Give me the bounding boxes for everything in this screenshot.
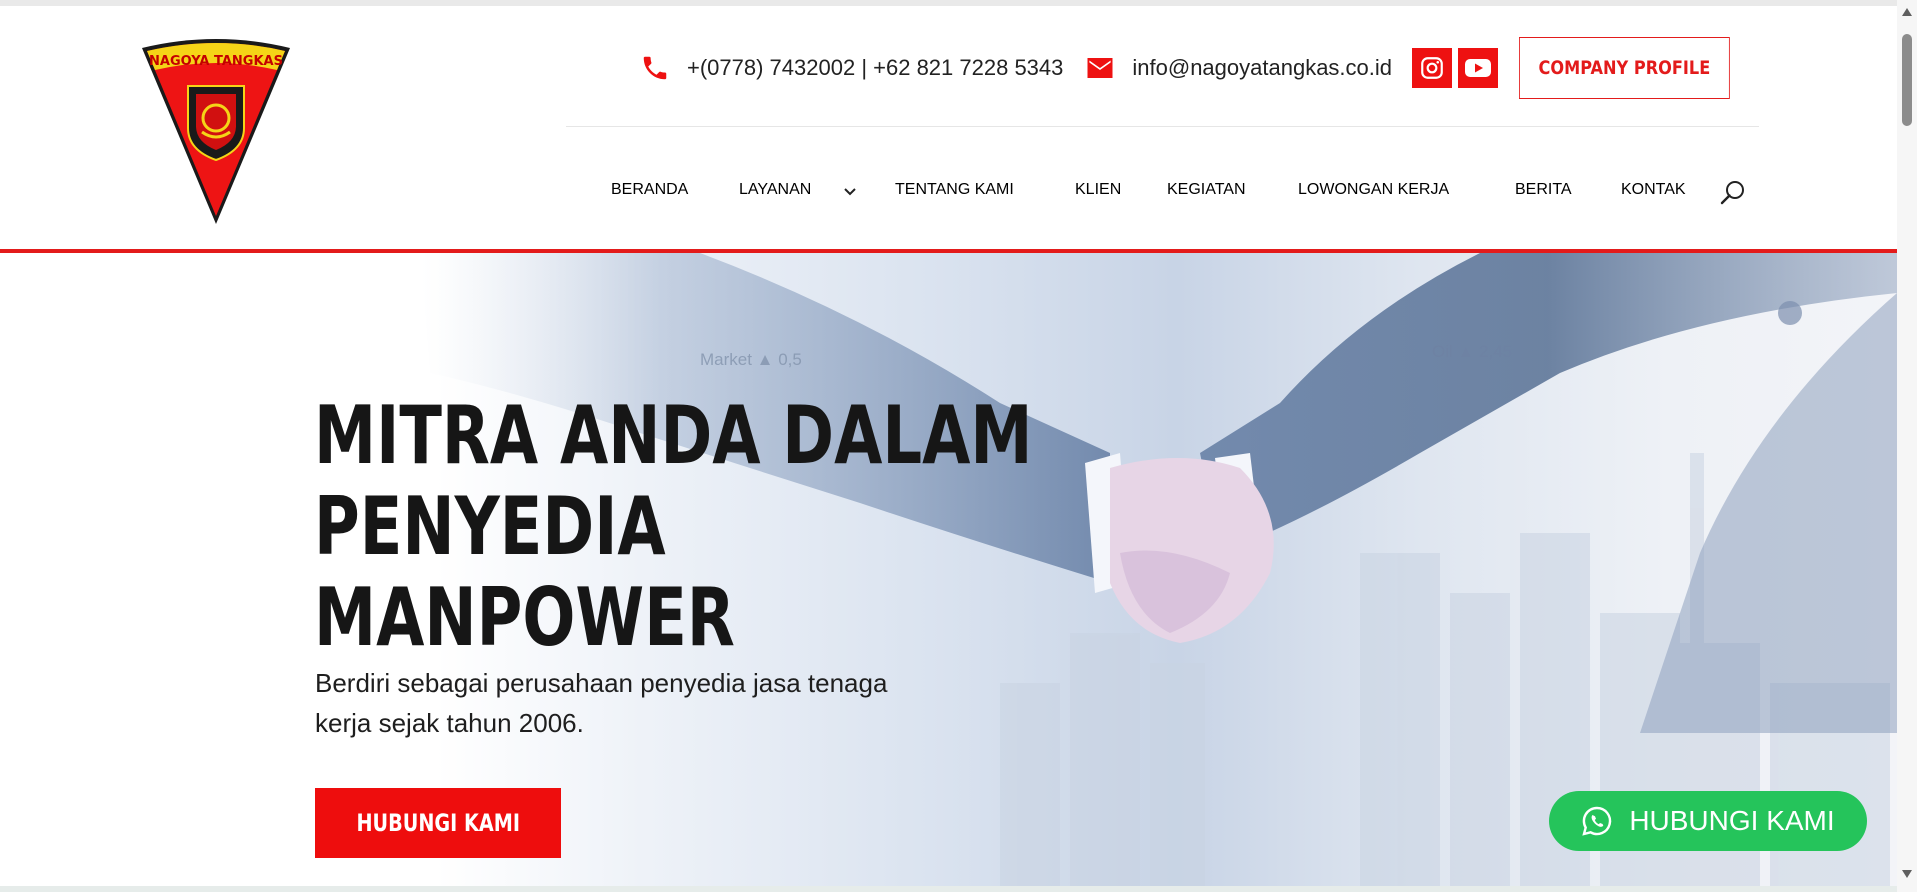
chevron-down-icon: [844, 188, 856, 196]
scroll-down-arrow-icon[interactable]: [1902, 870, 1912, 878]
hero-title-line-3: MANPOWER: [314, 571, 735, 664]
nav-item-beranda[interactable]: BERANDA: [611, 170, 688, 210]
logo-text: NAGOYA TANGKAS: [149, 54, 283, 69]
phone-contact[interactable]: +(0778) 7432002 | +62 821 7228 5343: [640, 53, 1063, 83]
youtube-link[interactable]: [1458, 48, 1499, 88]
youtube-icon: [1465, 59, 1492, 77]
contact-bar: +(0778) 7432002 | +62 821 7228 5343 info…: [640, 37, 1767, 99]
instagram-link[interactable]: [1412, 48, 1453, 88]
email-icon: [1087, 58, 1113, 78]
hubungi-kami-button[interactable]: HUBUNGI KAMI: [315, 788, 561, 858]
hubungi-kami-label: HUBUNGI KAMI: [356, 809, 520, 837]
whatsapp-label: HUBUNGI KAMI: [1629, 805, 1835, 836]
nav-item-kontak[interactable]: KONTAK: [1621, 170, 1686, 210]
hero-title: MITRA ANDA DALAM PENYEDIA MANPOWER: [314, 390, 1033, 663]
nav-item-layanan[interactable]: LAYANAN: [739, 170, 856, 210]
search-button[interactable]: [1718, 178, 1748, 208]
whatsapp-contact-button[interactable]: HUBUNGI KAMI: [1549, 791, 1867, 851]
next-section-edge: [0, 886, 1897, 892]
scroll-up-arrow-icon[interactable]: [1902, 8, 1912, 16]
nav-item-kegiatan[interactable]: KEGIATAN: [1167, 170, 1246, 210]
main-nav: BERANDA LAYANAN TENTANG KAMI KLIEN KEGIA…: [0, 170, 1897, 210]
nav-item-berita[interactable]: BERITA: [1515, 170, 1572, 210]
overlay-oil-text: Oil ▲ 2,45: [1432, 342, 1512, 361]
page-scrollbar[interactable]: [1897, 0, 1917, 892]
nav-item-tentang-kami[interactable]: TENTANG KAMI: [895, 170, 1014, 210]
hero-title-line-1: MITRA ANDA DALAM: [314, 389, 1033, 482]
site-header: NAGOYA TANGKAS +(0778) 7432002 | +62 821…: [0, 6, 1897, 249]
phone-icon: [643, 56, 667, 80]
scrollbar-thumb[interactable]: [1902, 34, 1912, 126]
instagram-icon: [1421, 57, 1443, 79]
overlay-market-text: Market ▲ 0,5: [700, 350, 802, 369]
hero-subtitle: Berdiri sebagai perusahaan penyedia jasa…: [315, 668, 888, 738]
whatsapp-icon: [1582, 806, 1612, 836]
search-icon: [1720, 181, 1744, 205]
phone-numbers: +(0778) 7432002 | +62 821 7228 5343: [687, 55, 1064, 80]
social-links: [1412, 48, 1504, 88]
header-divider: [566, 126, 1759, 127]
nav-item-klien[interactable]: KLIEN: [1075, 170, 1121, 210]
company-profile-button[interactable]: COMPANY PROFILE: [1519, 37, 1730, 99]
email-contact[interactable]: info@nagoyatangkas.co.id: [1085, 53, 1392, 83]
hero-title-line-2: PENYEDIA: [314, 480, 666, 573]
nav-item-lowongan-kerja[interactable]: LOWONGAN KERJA: [1298, 170, 1449, 210]
email-address: info@nagoyatangkas.co.id: [1132, 55, 1393, 80]
